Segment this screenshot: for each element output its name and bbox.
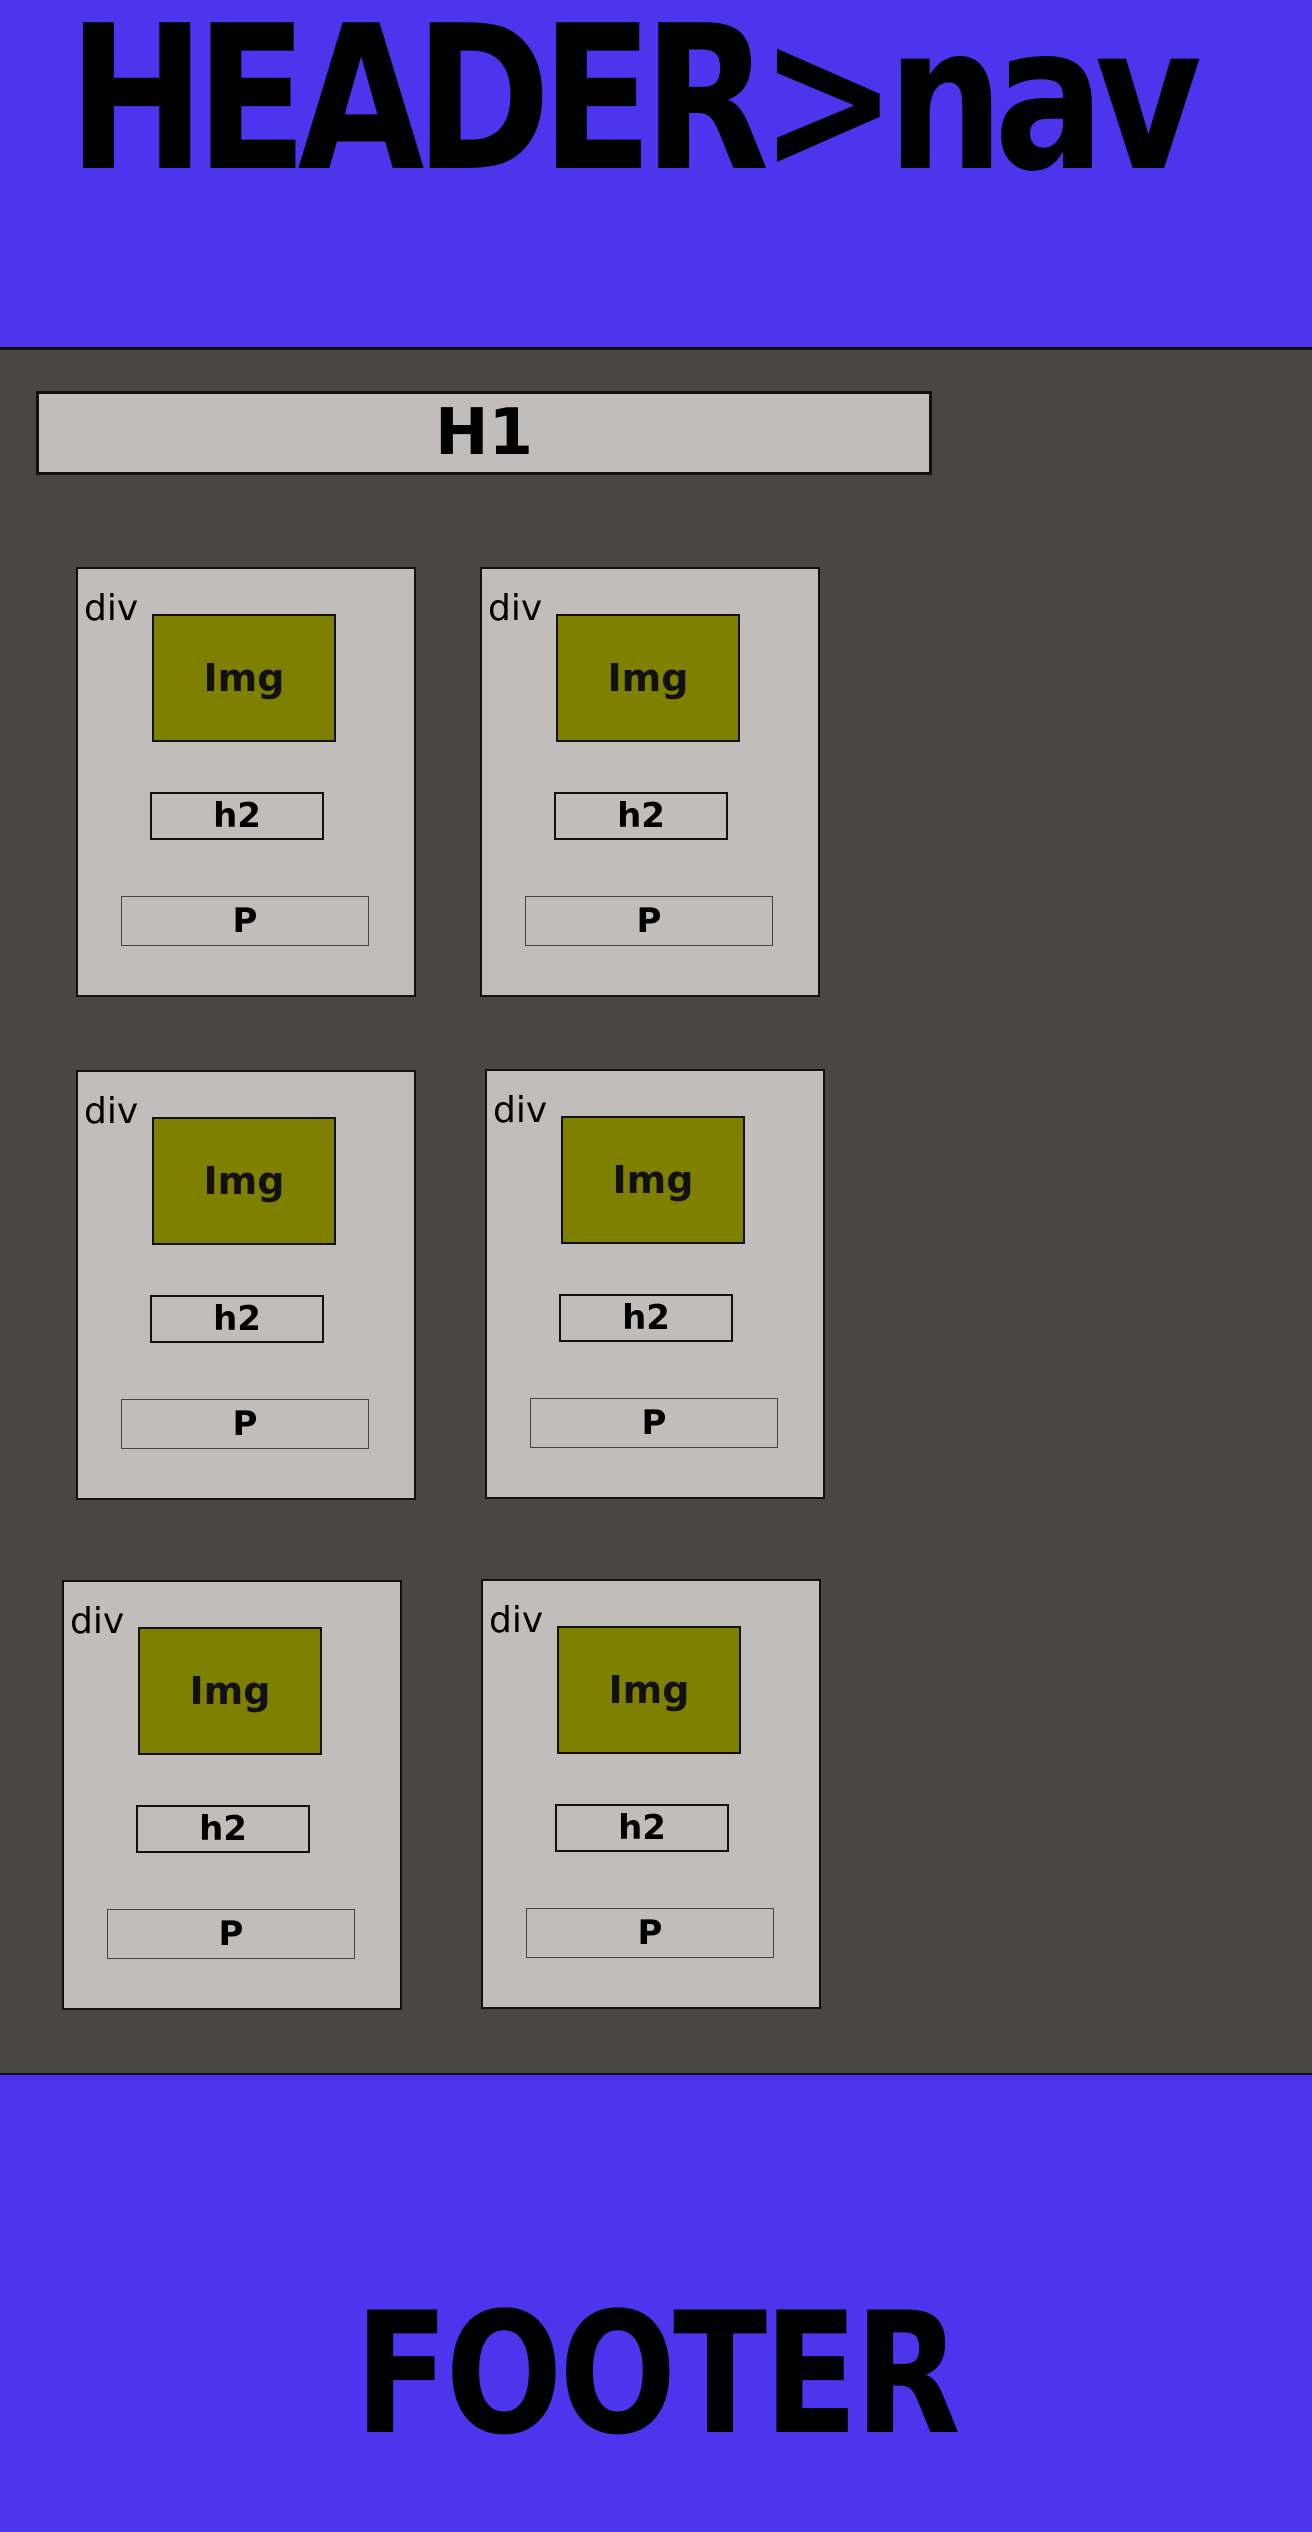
card-h2-box: h2 — [559, 1294, 733, 1342]
card-h2-box: h2 — [150, 1295, 324, 1343]
header-nav-label: HEADER>nav — [68, 0, 1202, 216]
card-div-label: div — [84, 588, 139, 629]
card-p-box: P — [121, 896, 369, 946]
card-img-box: Img — [557, 1626, 741, 1754]
h1-box: H1 — [36, 391, 932, 475]
card-h2-box: h2 — [554, 792, 728, 840]
card-h2-box: h2 — [150, 792, 324, 840]
card-img-box: Img — [556, 614, 740, 742]
page-footer: FOOTER — [0, 2075, 1312, 2532]
card-div-label: div — [70, 1601, 125, 1642]
page-header: HEADER>nav — [0, 0, 1312, 350]
card-h2-box: h2 — [555, 1804, 729, 1852]
card-img-box: Img — [561, 1116, 745, 1244]
card-img-box: Img — [152, 1117, 336, 1245]
card-div: div Img h2 P — [481, 1579, 821, 2009]
footer-label: FOOTER — [354, 2276, 961, 2472]
card-p-box: P — [526, 1908, 774, 1958]
card-div-label: div — [493, 1090, 548, 1131]
card-div-label: div — [84, 1091, 139, 1132]
card-p-box: P — [525, 896, 773, 946]
card-div: div Img h2 P — [76, 1070, 416, 1500]
card-div: div Img h2 P — [76, 567, 416, 997]
card-img-box: Img — [138, 1627, 322, 1755]
card-h2-box: h2 — [136, 1805, 310, 1853]
card-p-box: P — [121, 1399, 369, 1449]
card-div: div Img h2 P — [62, 1580, 402, 2010]
card-p-box: P — [530, 1398, 778, 1448]
card-p-box: P — [107, 1909, 355, 1959]
card-div-label: div — [489, 1600, 544, 1641]
card-div: div Img h2 P — [480, 567, 820, 997]
card-div: div Img h2 P — [485, 1069, 825, 1499]
card-img-box: Img — [152, 614, 336, 742]
card-div-label: div — [488, 588, 543, 629]
